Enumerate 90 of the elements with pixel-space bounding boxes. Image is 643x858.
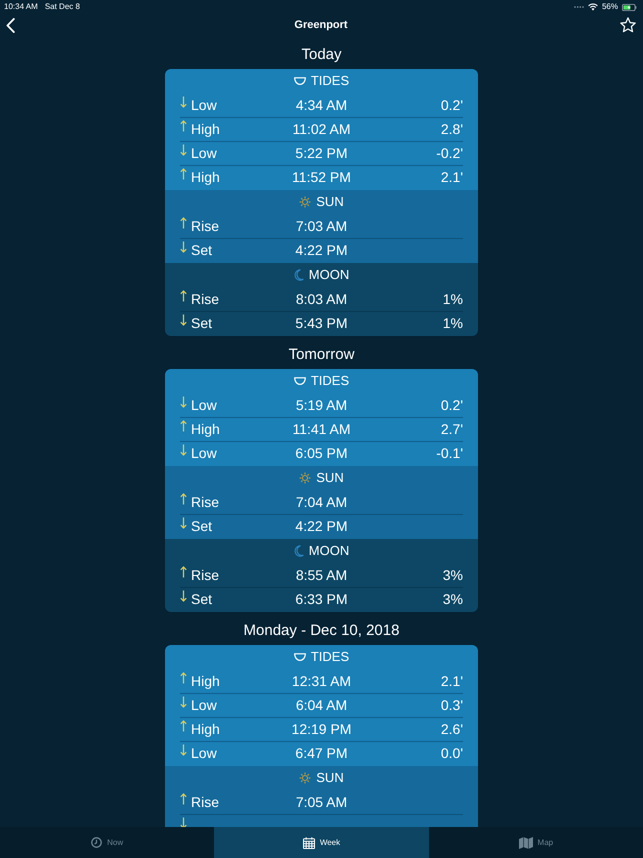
section-title: MOON xyxy=(308,543,350,559)
row-value: 0.2' xyxy=(440,397,463,414)
folded-map-icon xyxy=(518,836,533,848)
row-time: 4:34 AM xyxy=(296,97,348,114)
section-title: TIDES xyxy=(310,373,350,389)
row-time: 11:02 AM xyxy=(292,121,351,138)
back-icon xyxy=(6,18,15,32)
row-time: 11:52 PM xyxy=(292,169,351,186)
row-time: 5:43 PM xyxy=(295,315,348,332)
row-label: Set xyxy=(191,518,212,535)
row-label: Rise xyxy=(191,291,220,308)
battery-percent: 56% xyxy=(602,2,618,12)
row-label: Low xyxy=(191,745,217,762)
status-time: 10:34 AM xyxy=(4,2,38,12)
row-label: Set xyxy=(191,591,212,608)
tab[interactable]: Week xyxy=(214,827,429,858)
row-label: Low xyxy=(191,445,217,462)
row-value: 1% xyxy=(442,291,463,308)
row-time: 6:04 AM xyxy=(296,697,348,714)
row-value: 3% xyxy=(442,591,463,608)
row-value: 2.7' xyxy=(440,421,463,438)
sun-icon xyxy=(299,196,312,208)
row-label: Rise xyxy=(191,567,220,584)
bowl-icon xyxy=(294,377,306,385)
sun-icon xyxy=(299,472,312,484)
status-date: Sat Dec 8 xyxy=(44,2,80,12)
row-label: High xyxy=(191,121,220,138)
section-title: SUN xyxy=(316,194,344,210)
bowl-icon xyxy=(294,77,306,85)
sun-icon xyxy=(299,772,312,784)
row-time: 7:04 AM xyxy=(296,494,348,511)
row-value: -0.1' xyxy=(436,445,463,462)
row-time: 12:31 AM xyxy=(292,673,352,690)
row-label: Set xyxy=(191,242,212,259)
tab[interactable]: Now xyxy=(0,827,214,858)
row-label: Rise xyxy=(191,218,220,235)
row-label: High xyxy=(191,421,220,438)
row-label: High xyxy=(191,169,220,186)
battery-icon xyxy=(622,4,637,10)
calendar-icon xyxy=(302,836,315,848)
section-title: TIDES xyxy=(310,73,350,89)
row-value: 2.1' xyxy=(440,169,463,186)
row-value: 3% xyxy=(442,567,463,584)
row-time: 4:22 PM xyxy=(295,518,348,535)
row-value: 0.2' xyxy=(440,97,463,114)
row-value: 2.6' xyxy=(440,721,463,738)
row-label: Low xyxy=(191,97,217,114)
clock-icon xyxy=(91,837,102,848)
tab[interactable]: Map xyxy=(428,827,643,858)
location-title: Greenport xyxy=(294,18,348,32)
row-label: Low xyxy=(191,697,217,714)
day-heading: Monday - Dec 10, 2018 xyxy=(244,621,400,641)
row-time: 11:41 AM xyxy=(292,421,351,438)
row-time: 6:05 PM xyxy=(295,445,348,462)
row-time: 8:03 AM xyxy=(296,291,348,308)
row-label: Rise xyxy=(191,494,220,511)
row-time: 7:03 AM xyxy=(296,218,348,235)
row-value: 2.1' xyxy=(440,673,463,690)
row-time: 8:55 AM xyxy=(296,567,348,584)
row-label: Low xyxy=(191,397,217,414)
row-label: High xyxy=(191,673,220,690)
row-value: 1% xyxy=(442,315,463,332)
row-time: 12:19 PM xyxy=(292,721,352,738)
row-label: Set xyxy=(191,315,212,332)
row-time: 5:19 AM xyxy=(296,397,348,414)
section-title: MOON xyxy=(308,267,350,283)
section-title: TIDES xyxy=(310,649,350,665)
row-value: -0.2' xyxy=(436,145,463,162)
back-button[interactable] xyxy=(6,18,15,32)
row-label: High xyxy=(191,721,220,738)
section-title: SUN xyxy=(316,470,344,486)
row-time: 6:33 PM xyxy=(295,591,348,608)
crescent-moon-icon xyxy=(294,545,304,557)
favorite-button[interactable] xyxy=(620,17,636,33)
row-label: Low xyxy=(191,145,217,162)
row-value: 2.8' xyxy=(440,121,463,138)
row-time: 4:22 PM xyxy=(295,242,348,259)
crescent-moon-icon xyxy=(294,269,304,281)
row-time: 5:22 PM xyxy=(295,145,348,162)
row-label: Rise xyxy=(191,794,220,811)
day-heading: Today xyxy=(301,45,342,65)
row-value: 0.3' xyxy=(440,697,463,714)
star-icon xyxy=(620,17,636,33)
row-time: 6:47 PM xyxy=(295,745,348,762)
row-time: 7:05 AM xyxy=(296,794,348,811)
bowl-icon xyxy=(294,653,306,661)
row-value: 0.0' xyxy=(440,745,463,762)
day-heading: Tomorrow xyxy=(288,345,354,365)
section-title: SUN xyxy=(316,770,344,786)
wifi-icon xyxy=(588,3,598,11)
